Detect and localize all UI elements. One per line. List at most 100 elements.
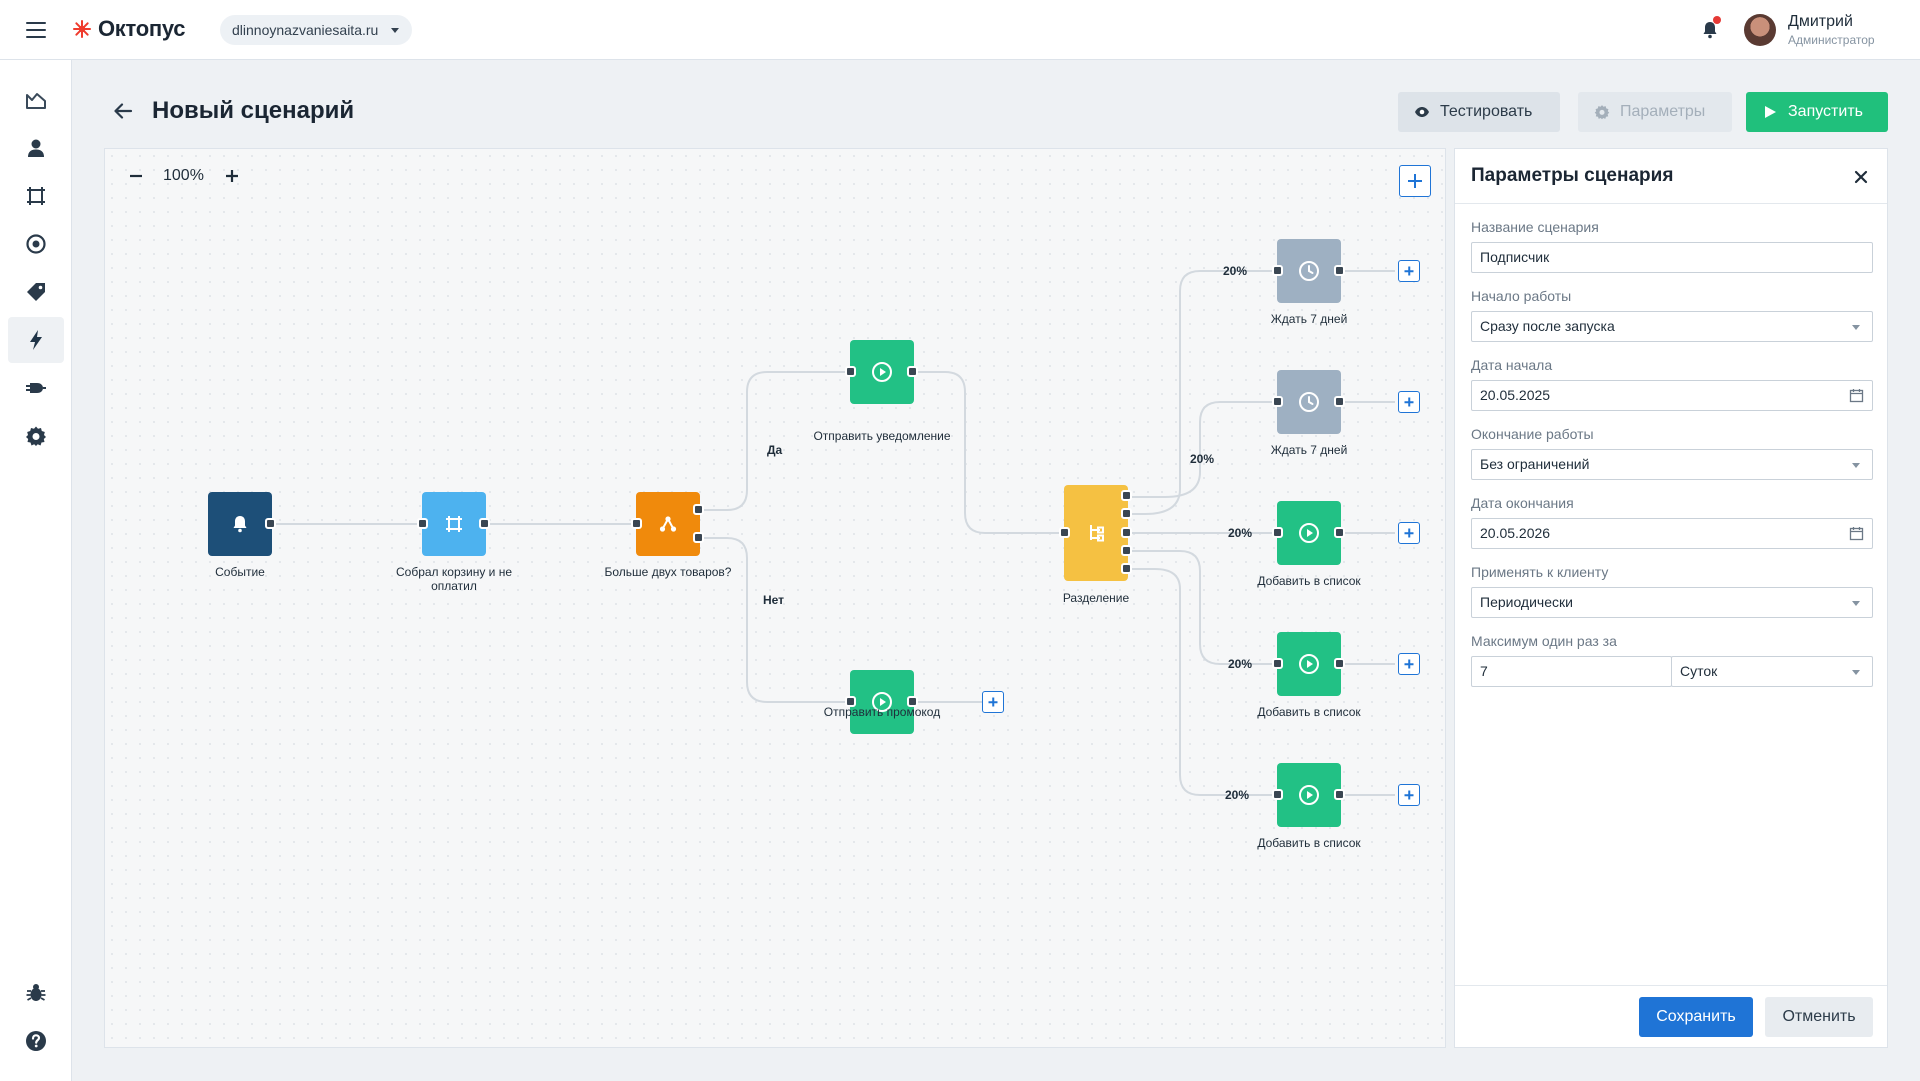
sidebar-item-settings[interactable]: [8, 413, 64, 459]
scenario-name-input[interactable]: Подписчик: [1471, 242, 1873, 273]
output-port-yes[interactable]: [693, 504, 704, 515]
start-mode-label: Начало работы: [1471, 288, 1572, 304]
output-port-2[interactable]: [1121, 508, 1132, 519]
run-button[interactable]: Запустить: [1746, 92, 1888, 132]
site-selector[interactable]: dlinnoynazvaniesaita.ru: [220, 15, 413, 45]
add-after-list-button[interactable]: [1398, 522, 1420, 544]
logo[interactable]: Октопус: [72, 16, 185, 42]
cancel-button[interactable]: Отменить: [1765, 997, 1873, 1037]
avatar[interactable]: [1744, 14, 1776, 46]
sidebar-item-segments[interactable]: [8, 173, 64, 219]
output-port-3[interactable]: [1121, 527, 1132, 538]
add-after-wait-button[interactable]: [1398, 260, 1420, 282]
input-port[interactable]: [1272, 265, 1283, 276]
chevron-down-icon: [1852, 601, 1860, 606]
end-date-label: Дата окончания: [1471, 495, 1574, 511]
sidebar-item-clients[interactable]: [8, 125, 64, 171]
input-port[interactable]: [631, 518, 642, 529]
output-port[interactable]: [1334, 658, 1345, 669]
apply-to-client-select[interactable]: Периодически: [1471, 587, 1873, 618]
split-node[interactable]: [1059, 485, 1132, 581]
gear-icon: [1594, 105, 1610, 120]
octopus-logo-icon: [73, 20, 91, 38]
output-port[interactable]: [1334, 527, 1345, 538]
add-to-list-node-label: Добавить в список: [1257, 836, 1361, 850]
play-circle-icon: [872, 362, 892, 382]
output-port-no[interactable]: [693, 532, 704, 543]
save-button[interactable]: Сохранить: [1639, 997, 1753, 1037]
add-to-list-node[interactable]: [1272, 632, 1345, 696]
user-name[interactable]: Дмитрий: [1788, 13, 1853, 31]
sidebar-item-analytics[interactable]: [8, 77, 64, 123]
output-port-5[interactable]: [1121, 563, 1132, 574]
edge-label-percent-2: 20%: [1190, 452, 1215, 466]
cart-trigger-node[interactable]: [417, 492, 490, 556]
wait-node[interactable]: [1272, 239, 1345, 303]
sidebar-item-scenarios[interactable]: [8, 317, 64, 363]
play-circle-icon: [1299, 523, 1319, 543]
add-after-promo-button[interactable]: [982, 691, 1004, 713]
calendar-icon[interactable]: [1849, 526, 1864, 541]
edge-label-yes: Да: [767, 443, 783, 457]
output-port[interactable]: [265, 518, 276, 529]
input-port[interactable]: [1272, 789, 1283, 800]
input-port[interactable]: [845, 366, 856, 377]
end-date-input[interactable]: 20.05.2026: [1471, 518, 1873, 549]
end-mode-select[interactable]: Без ограничений: [1471, 449, 1873, 480]
output-port[interactable]: [479, 518, 490, 529]
output-port-4[interactable]: [1121, 545, 1132, 556]
wait-node[interactable]: [1272, 370, 1345, 434]
sidebar-item-help[interactable]: [8, 1018, 64, 1064]
output-port[interactable]: [1334, 789, 1345, 800]
input-port[interactable]: [1059, 527, 1070, 538]
frame-icon: [27, 187, 45, 205]
test-button[interactable]: Тестировать: [1398, 92, 1560, 132]
input-port[interactable]: [1272, 396, 1283, 407]
output-port[interactable]: [907, 366, 918, 377]
add-after-list-button[interactable]: [1398, 784, 1420, 806]
edge-label-percent-1: 20%: [1223, 264, 1248, 278]
calendar-icon[interactable]: [1849, 388, 1864, 403]
sidebar-item-goals[interactable]: [8, 221, 64, 267]
test-button-label: Тестировать: [1440, 103, 1533, 120]
gear-icon: [26, 426, 46, 446]
scenario-canvas[interactable]: 100% Событие Собрал корзину и не оплатил…: [104, 148, 1446, 1048]
sidebar-item-tags[interactable]: [8, 269, 64, 315]
output-port-1[interactable]: [1121, 490, 1132, 501]
user-icon: [28, 139, 44, 157]
start-date-value: 20.05.2025: [1480, 387, 1551, 403]
add-to-list-node[interactable]: [1272, 763, 1345, 827]
menu-icon[interactable]: [26, 22, 46, 38]
input-port[interactable]: [1272, 527, 1283, 538]
output-port[interactable]: [1334, 265, 1345, 276]
notification-badge: [1713, 16, 1721, 24]
max-frequency-input[interactable]: 7: [1471, 656, 1672, 687]
start-date-label: Дата начала: [1471, 357, 1553, 373]
send-notification-node[interactable]: [845, 340, 918, 404]
sidebar-item-bug-report[interactable]: [8, 970, 64, 1016]
start-mode-select[interactable]: Сразу после запуска: [1471, 311, 1873, 342]
input-port[interactable]: [1272, 658, 1283, 669]
add-to-list-node[interactable]: [1272, 501, 1345, 565]
add-after-wait-button[interactable]: [1398, 391, 1420, 413]
chart-icon: [26, 93, 46, 109]
back-arrow-icon[interactable]: [112, 100, 134, 122]
send-promo-node[interactable]: [845, 670, 918, 734]
start-date-input[interactable]: 20.05.2025: [1471, 380, 1873, 411]
max-frequency-unit-value: Суток: [1680, 663, 1718, 679]
output-port[interactable]: [1334, 396, 1345, 407]
condition-node[interactable]: [631, 492, 704, 556]
edge-label-no: Нет: [763, 593, 785, 607]
close-icon[interactable]: [1851, 167, 1871, 187]
condition-node-label: Больше двух товаров?: [604, 565, 732, 579]
site-name: dlinnoynazvaniesaita.ru: [232, 22, 379, 38]
add-after-list-button[interactable]: [1398, 653, 1420, 675]
parameters-button[interactable]: Параметры: [1578, 92, 1732, 132]
max-frequency-unit-select[interactable]: Суток: [1671, 656, 1873, 687]
scenario-name-value: Подписчик: [1480, 249, 1550, 265]
clock-icon: [1299, 392, 1319, 412]
plug-icon: [26, 383, 46, 393]
sidebar-item-integrations[interactable]: [8, 365, 64, 411]
input-port[interactable]: [417, 518, 428, 529]
event-node[interactable]: [208, 492, 276, 556]
